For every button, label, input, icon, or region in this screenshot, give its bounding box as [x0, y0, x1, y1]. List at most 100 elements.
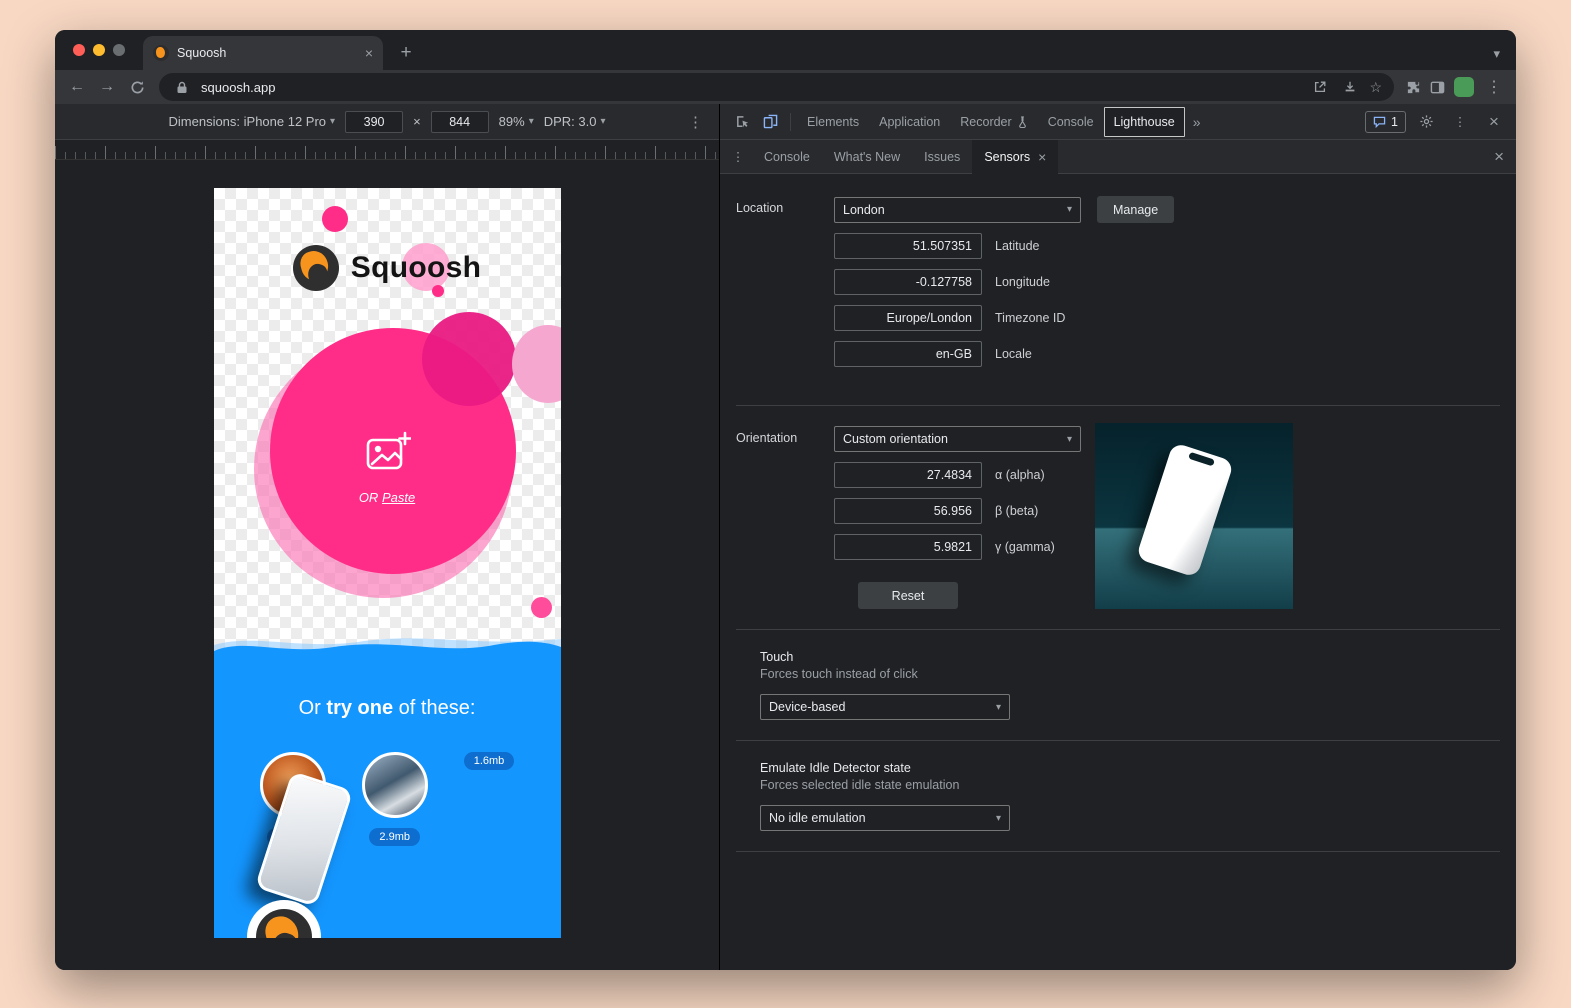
- address-bar[interactable]: squoosh.app ☆: [159, 73, 1394, 101]
- browser-menu-kebab-icon[interactable]: ⋮: [1480, 73, 1508, 101]
- forward-icon[interactable]: →: [93, 73, 121, 101]
- sensors-panel: Location London ▾ Manage Latitude: [720, 174, 1516, 970]
- tab-search-icon[interactable]: ▾: [1493, 46, 1500, 62]
- url-text: squoosh.app: [201, 80, 1301, 95]
- orientation-select[interactable]: Custom orientation ▾: [834, 426, 1081, 452]
- close-devtools-icon[interactable]: ×: [1480, 108, 1508, 136]
- demo-thumb-phone[interactable]: 1.6mb: [464, 752, 515, 846]
- drawer-tab-whats-new[interactable]: What's New: [822, 140, 912, 174]
- add-image-icon[interactable]: [365, 431, 411, 475]
- close-sensors-tab-icon[interactable]: ×: [1038, 150, 1046, 164]
- logo-pink-dot: [432, 285, 444, 297]
- dpr-value: DPR: 3.0: [544, 114, 597, 129]
- device-dimensions-dropdown[interactable]: Dimensions: iPhone 12 Pro ▾: [169, 114, 336, 129]
- close-icon: ×: [1494, 147, 1504, 166]
- install-app-icon[interactable]: [1339, 76, 1361, 98]
- tab-console[interactable]: Console: [1038, 104, 1104, 140]
- device-toolbar-kebab-icon[interactable]: ⋮: [688, 113, 703, 131]
- side-panel-icon[interactable]: [1426, 76, 1448, 98]
- tab-label: Console: [764, 150, 810, 164]
- close-window-button[interactable]: [73, 44, 85, 56]
- inspect-element-icon[interactable]: [728, 108, 756, 136]
- divider: [736, 740, 1500, 741]
- tab-label: Lighthouse: [1114, 115, 1175, 129]
- viewport-height-input[interactable]: [431, 111, 489, 133]
- timezone-label: Timezone ID: [995, 311, 1065, 325]
- horizontal-ruler: [55, 140, 719, 160]
- drawer-tab-sensors[interactable]: Sensors ×: [972, 140, 1058, 174]
- extensions-puzzle-icon[interactable]: [1402, 76, 1424, 98]
- back-icon[interactable]: ←: [63, 73, 91, 101]
- file-size-badge: 2.9mb: [369, 828, 420, 846]
- touch-description: Forces touch instead of click: [760, 667, 1500, 681]
- pink-blob-right-edge: [512, 325, 561, 403]
- beta-input[interactable]: [834, 498, 982, 524]
- viewport-stage: Squoosh: [55, 160, 719, 970]
- artist-image[interactable]: [362, 752, 428, 818]
- locale-input[interactable]: [834, 341, 982, 367]
- drawer-tab-console[interactable]: Console: [752, 140, 822, 174]
- tab-label: What's New: [834, 150, 900, 164]
- longitude-input[interactable]: [834, 269, 982, 295]
- drawer-tab-issues[interactable]: Issues: [912, 140, 972, 174]
- dpr-dropdown[interactable]: DPR: 3.0 ▾: [544, 114, 606, 129]
- tab-lighthouse[interactable]: Lighthouse: [1104, 107, 1185, 137]
- reload-icon[interactable]: [123, 73, 151, 101]
- orientation-phone-preview[interactable]: [1095, 423, 1293, 609]
- try-pre: Or: [299, 697, 327, 719]
- touch-select[interactable]: Device-based ▾: [760, 694, 1010, 720]
- tab-label: Console: [1048, 115, 1094, 129]
- tab-recorder[interactable]: Recorder: [950, 104, 1037, 140]
- pink-blob-top-right: [422, 312, 516, 406]
- manage-button[interactable]: Manage: [1097, 196, 1174, 223]
- chevron-down-icon: ▾: [996, 702, 1001, 713]
- device-toolbar-toggle-icon[interactable]: [756, 108, 784, 136]
- browser-tab[interactable]: Squoosh ×: [143, 36, 383, 70]
- zoom-dropdown[interactable]: 89% ▾: [499, 114, 534, 129]
- console-messages-button[interactable]: 1: [1365, 111, 1406, 133]
- demo-thumbnails: 2.8mb 2.9mb 1.6mb: [214, 752, 561, 846]
- divider: [736, 629, 1500, 630]
- tab-elements[interactable]: Elements: [797, 104, 869, 140]
- more-tabs-icon[interactable]: »: [1185, 114, 1209, 130]
- alpha-input[interactable]: [834, 462, 982, 488]
- squoosh-favicon-icon: [153, 45, 169, 61]
- minimize-window-button[interactable]: [93, 44, 105, 56]
- location-label: Location: [736, 196, 834, 367]
- devtools-menu-kebab-icon[interactable]: ⋮: [1446, 108, 1474, 136]
- idle-select[interactable]: No idle emulation ▾: [760, 805, 1010, 831]
- pink-dot-small: [531, 597, 552, 618]
- location-select[interactable]: London ▾: [834, 197, 1081, 223]
- viewport-width-input[interactable]: [345, 111, 403, 133]
- tab-close-icon[interactable]: ×: [365, 46, 373, 60]
- zoom-window-button[interactable]: [113, 44, 125, 56]
- profile-avatar[interactable]: [1454, 77, 1474, 97]
- tab-label: Elements: [807, 115, 859, 129]
- touch-title: Touch: [760, 650, 1500, 664]
- close-drawer-icon[interactable]: ×: [1494, 148, 1504, 165]
- pink-dot-decoration: [322, 206, 348, 232]
- drawer-kebab-icon[interactable]: ⋮: [724, 143, 752, 171]
- flask-icon: [1017, 116, 1028, 128]
- tab-application[interactable]: Application: [869, 104, 950, 140]
- device-toolbar: Dimensions: iPhone 12 Pro ▾ × 89% ▾ DPR:…: [55, 104, 719, 140]
- paste-link[interactable]: Paste: [382, 490, 415, 505]
- chevron-down-icon: ▾: [600, 116, 605, 127]
- traffic-lights: [73, 44, 125, 56]
- settings-gear-icon[interactable]: [1412, 108, 1440, 136]
- reset-button[interactable]: Reset: [858, 582, 958, 609]
- try-one-text: Or try one of these:: [214, 697, 561, 720]
- bookmark-star-icon[interactable]: ☆: [1369, 79, 1382, 96]
- latitude-input[interactable]: [834, 233, 982, 259]
- gamma-input[interactable]: [834, 534, 982, 560]
- demo-thumb-artist[interactable]: 2.9mb: [362, 752, 428, 846]
- squoosh-app-viewport: Squoosh: [214, 188, 561, 938]
- timezone-input[interactable]: [834, 305, 982, 331]
- longitude-label: Longitude: [995, 275, 1050, 289]
- try-bold: try one: [326, 697, 393, 719]
- phone-3d-model[interactable]: [1136, 442, 1235, 578]
- drawer-tab-bar: ⋮ Console What's New Issues Sensors × ×: [720, 140, 1516, 174]
- open-in-new-icon[interactable]: [1309, 76, 1331, 98]
- new-tab-button[interactable]: +: [393, 42, 419, 64]
- squoosh-logo-icon: [293, 245, 339, 291]
